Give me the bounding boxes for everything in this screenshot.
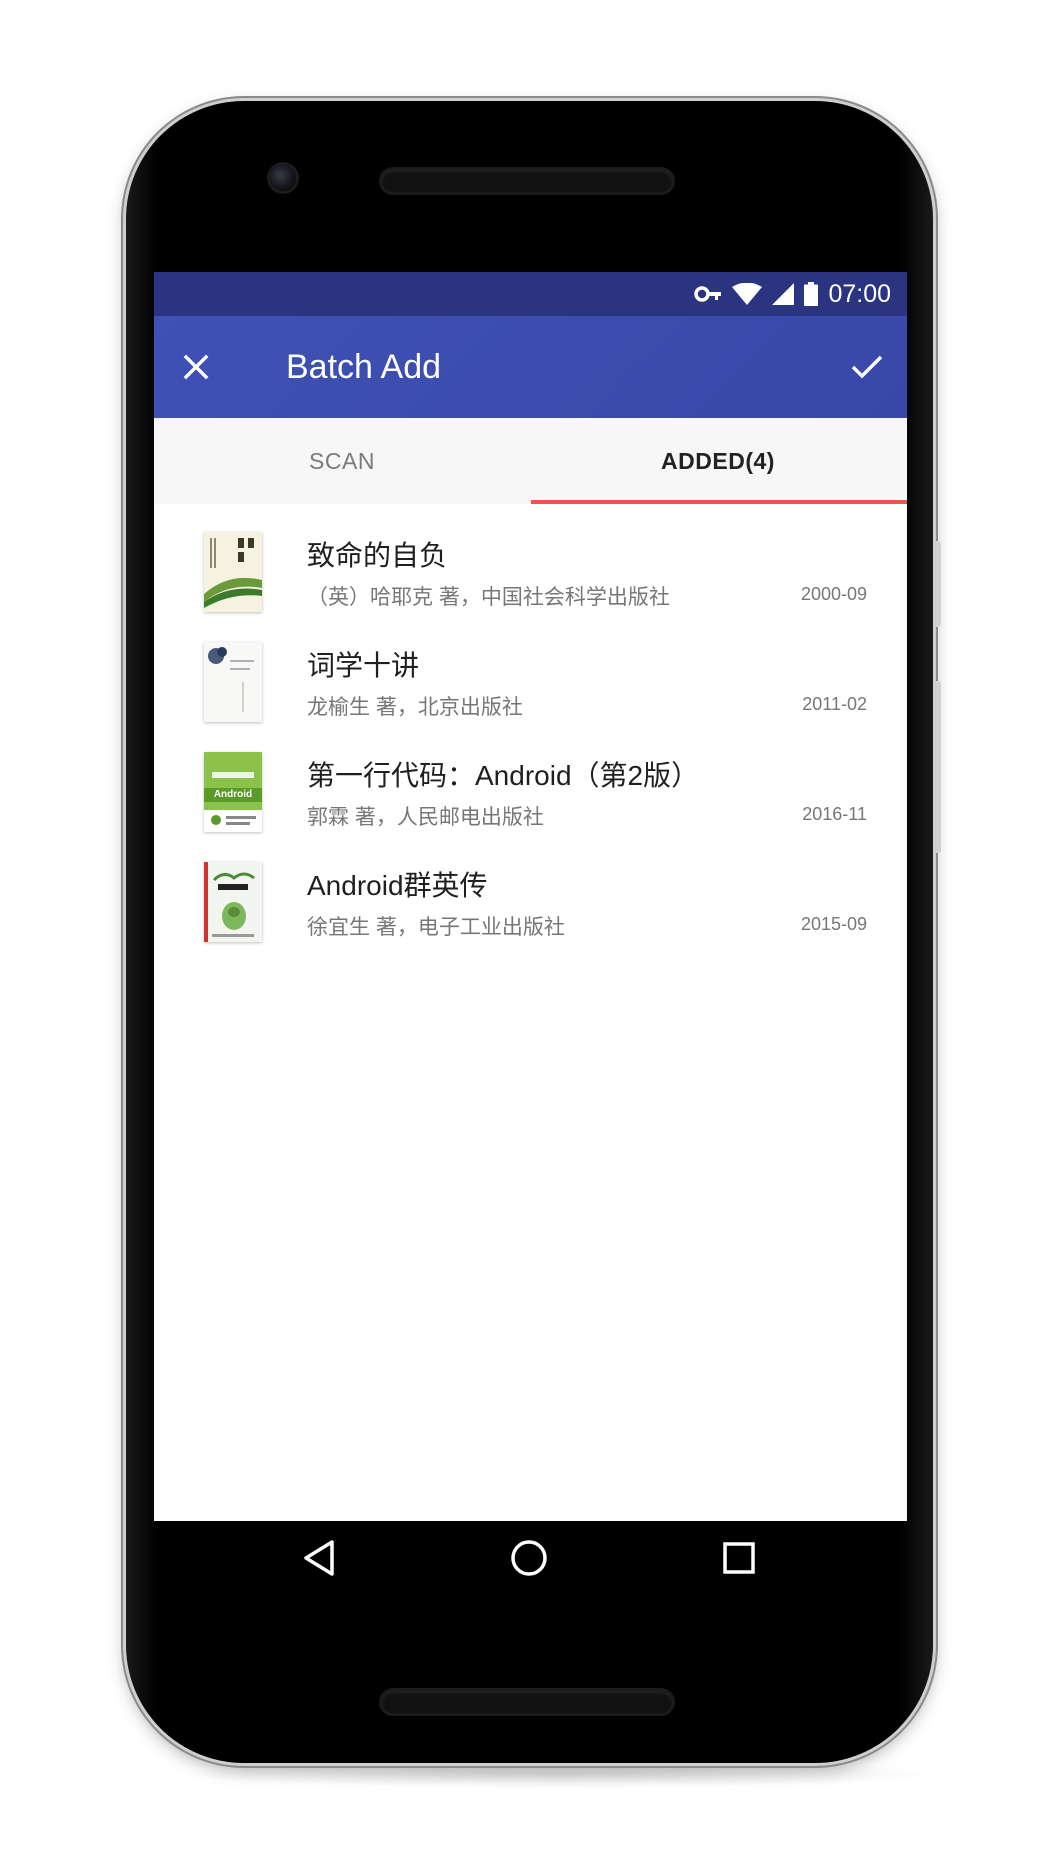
back-triangle-icon — [304, 1540, 334, 1576]
book-date: 2015-09 — [800, 914, 867, 934]
confirm-button[interactable] — [842, 342, 892, 392]
battery-icon — [804, 282, 819, 306]
book-date: 2016-11 — [802, 804, 867, 824]
home-button[interactable] — [499, 1528, 559, 1588]
book-title: 第一行代码：Android（第2版） — [307, 760, 700, 791]
recents-button[interactable] — [709, 1528, 769, 1588]
top-speaker — [382, 170, 672, 192]
list-item[interactable]: Android群英传 徐宜生 著，电子工业出版社 2015-09 — [154, 834, 907, 966]
volume-button — [934, 681, 941, 853]
book-cover — [204, 642, 262, 722]
status-time: 07:00 — [828, 279, 891, 308]
app-toolbar: Batch Add — [154, 316, 907, 418]
back-button[interactable] — [289, 1528, 349, 1588]
book-date: 2000-09 — [800, 584, 867, 604]
signal-icon — [772, 283, 795, 305]
book-author-publisher: （英）哈耶克 著，中国社会科学出版社 — [307, 586, 670, 609]
power-button — [934, 541, 941, 627]
wifi-icon — [732, 283, 763, 305]
book-title: 致命的自负 — [307, 540, 448, 571]
tab-added[interactable]: ADDED(4) — [530, 418, 906, 504]
close-button[interactable] — [171, 342, 221, 392]
tab-scan[interactable]: SCAN — [154, 418, 530, 504]
book-author-publisher: 徐宜生 著，电子工业出版社 — [307, 916, 565, 939]
toolbar-title: Batch Add — [286, 348, 442, 386]
book-author-publisher: 龙榆生 著，北京出版社 — [307, 696, 523, 719]
recents-square-icon — [723, 1542, 755, 1574]
cover-label: Android — [213, 789, 253, 800]
bottom-speaker — [382, 1691, 672, 1713]
front-camera — [270, 165, 296, 191]
book-cover — [204, 532, 262, 612]
phone-shadow — [170, 1760, 950, 1788]
book-author-publisher: 郭霖 著，人民邮电出版社 — [307, 806, 544, 829]
vpn-key-icon — [694, 286, 722, 302]
cover-art — [204, 642, 262, 722]
book-title: Android群英传 — [307, 870, 488, 901]
home-circle-icon — [511, 1540, 547, 1576]
book-cover — [204, 862, 262, 942]
book-cover: Android — [204, 752, 262, 832]
status-bar: 07:00 — [154, 272, 907, 316]
check-icon — [851, 355, 883, 379]
book-title: 词学十讲 — [307, 650, 420, 681]
cover-art — [204, 532, 262, 612]
tab-bar: SCAN ADDED(4) — [154, 418, 907, 504]
status-icons: 07:00 — [694, 272, 891, 316]
screen: 07:00 Batch Add SCAN ADDED(4) 致命的自负 （英）哈… — [154, 272, 907, 1521]
close-icon — [183, 354, 209, 380]
book-date: 2011-02 — [802, 694, 867, 714]
cover-art — [204, 862, 262, 942]
stage: 07:00 Batch Add SCAN ADDED(4) 致命的自负 （英）哈… — [0, 0, 1055, 1875]
